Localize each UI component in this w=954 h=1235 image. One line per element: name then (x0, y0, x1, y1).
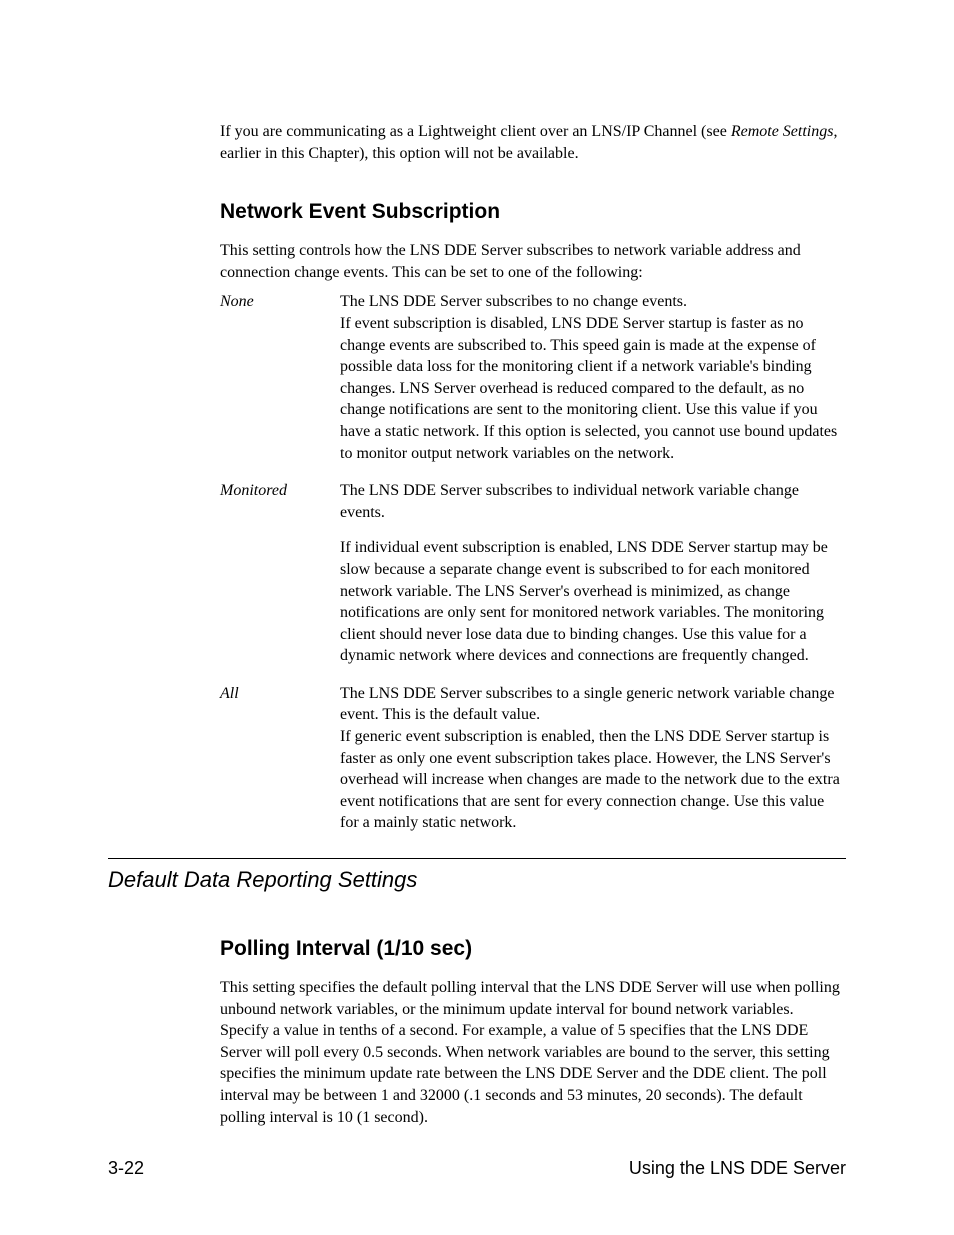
intro-emphasis: Remote Settings (731, 123, 834, 140)
def-row-none: None The LNS DDE Server subscribes to no… (220, 291, 846, 464)
page-body: If you are communicating as a Lightweigh… (0, 0, 954, 1128)
def-row-all: All The LNS DDE Server subscribes to a s… (220, 683, 846, 834)
def-desc: The LNS DDE Server subscribes to no chan… (340, 291, 846, 464)
def-row-monitored: Monitored The LNS DDE Server subscribes … (220, 480, 846, 667)
intro-prefix: If you are communicating as a Lightweigh… (220, 123, 731, 140)
def-para: If generic event subscription is enabled… (340, 726, 846, 834)
def-term: All (220, 683, 340, 705)
def-desc: The LNS DDE Server subscribes to individ… (340, 480, 846, 667)
def-para: The LNS DDE Server subscribes to individ… (340, 480, 846, 523)
def-desc: The LNS DDE Server subscribes to a singl… (340, 683, 846, 834)
nes-lead: This setting controls how the LNS DDE Se… (220, 240, 846, 283)
def-para: The LNS DDE Server subscribes to a singl… (340, 685, 835, 724)
heading-default-data-reporting: Default Data Reporting Settings (108, 867, 846, 893)
page-number: 3-22 (108, 1158, 144, 1179)
section-divider (108, 858, 846, 859)
def-para: If individual event subscription is enab… (340, 537, 846, 667)
def-term: None (220, 291, 340, 313)
chapter-title: Using the LNS DDE Server (629, 1158, 846, 1179)
def-term: Monitored (220, 480, 340, 502)
heading-network-event-subscription: Network Event Subscription (220, 200, 846, 224)
intro-paragraph: If you are communicating as a Lightweigh… (220, 121, 846, 164)
heading-polling-interval: Polling Interval (1/10 sec) (220, 937, 846, 961)
def-para: If event subscription is disabled, LNS D… (340, 313, 846, 464)
definition-table: None The LNS DDE Server subscribes to no… (220, 291, 846, 834)
polling-body: This setting specifies the default polli… (220, 977, 846, 1128)
def-para: The LNS DDE Server subscribes to no chan… (340, 293, 687, 310)
page-footer: 3-22 Using the LNS DDE Server (108, 1158, 846, 1179)
